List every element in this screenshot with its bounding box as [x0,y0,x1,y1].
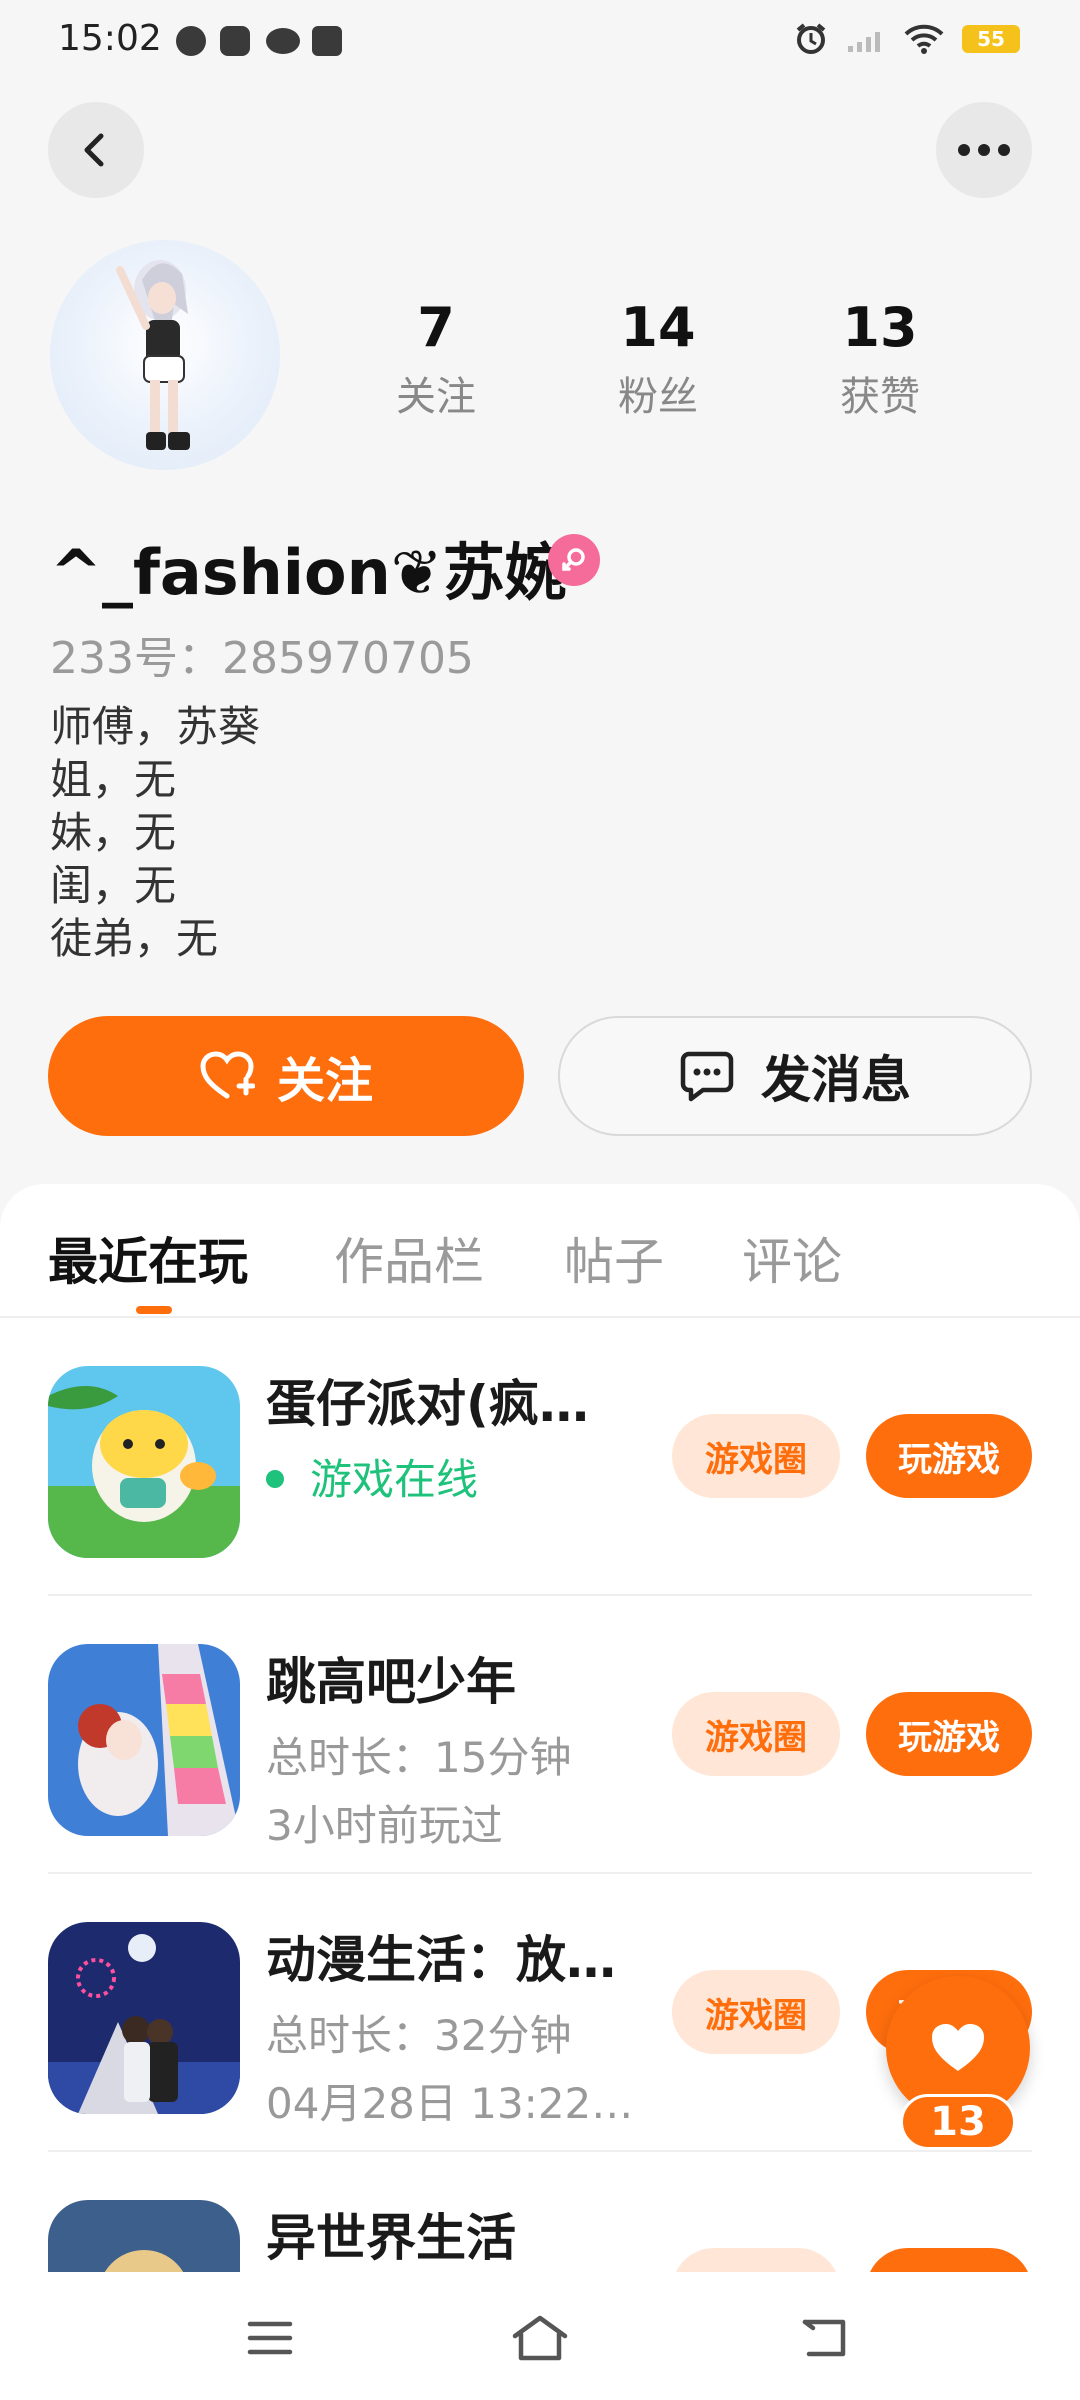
game-circle-button[interactable]: 游戏圈 [672,1414,840,1498]
system-nav-bar [0,2272,1080,2400]
wechat-icon [266,28,300,54]
mail-icon [312,26,342,56]
home-button[interactable] [510,2308,570,2368]
menu-button[interactable] [240,2308,300,2368]
more-button[interactable] [936,102,1032,198]
game-circle-button[interactable]: 游戏圈 [672,1692,840,1776]
follow-button[interactable]: 关注 [48,1016,524,1136]
stat-fans-label: 粉丝 [618,374,698,420]
stat-following-label: 关注 [396,374,476,420]
heart-plus-icon [200,1051,255,1099]
game-status: 游戏在线 [266,1446,478,1507]
signal-icon [848,32,880,52]
bio-line: 妹，无 [50,808,177,857]
play-game-button[interactable]: 玩游戏 [866,1692,1032,1776]
like-count-badge: 13 [900,2094,1016,2150]
message-button[interactable]: 发消息 [558,1016,1032,1136]
tab-bar: 最近在玩 作品栏 帖子 评论 [0,1184,1080,1318]
status-time: 15:02 [58,18,162,59]
tab-recent-play[interactable]: 最近在玩 [48,1222,248,1294]
menu-icon [247,2321,293,2355]
tab-comments[interactable]: 评论 [742,1222,842,1294]
tab-works[interactable]: 作品栏 [334,1222,484,1294]
female-icon [548,534,600,586]
battery-icon: 55 [962,25,1020,53]
message-button-label: 发消息 [761,1051,911,1109]
back-nav-button[interactable] [794,2308,854,2368]
avatar[interactable] [50,240,280,470]
back-icon [802,2319,846,2357]
alarm-icon [796,23,826,54]
stat-following-value: 7 [417,296,455,359]
wifi-icon [904,24,944,54]
game-play-time: 总时长：32分钟 [266,2011,572,2060]
more-dots-icon [958,144,1010,156]
online-dot-icon [266,1469,284,1488]
account-id: 233号：285970705 [50,633,474,684]
game-name: 蛋仔派对(疯… [266,1375,589,1433]
bio: 师傅，苏葵 姐，无 妹，无 闺，无 徒弟，无 [50,700,260,965]
online-status-text: 游戏在线 [310,1455,479,1504]
bio-line: 姐，无 [50,755,177,804]
game-play-time: 总时长：15分钟 [266,1733,572,1782]
pinwheel-icon [220,26,250,56]
game-icon-eggy-party [48,1366,240,1558]
content-panel: 最近在玩 作品栏 帖子 评论 蛋仔派对(疯… 游戏在线 游戏圈 玩游戏 跳高吧少… [0,1184,1080,2400]
bio-line: 闺，无 [50,861,177,910]
game-row[interactable]: 跳高吧少年 总时长：15分钟 3小时前玩过 游戏圈 玩游戏 [0,1596,1080,1874]
stat-likes-label: 获赞 [840,374,920,420]
username: ^_fashion❦苏婉 [50,536,567,609]
avatar-figure [116,260,190,450]
game-last-played: 04月28日 13:22… [266,2079,634,2128]
game-last-played: 3小时前玩过 [266,1801,503,1850]
back-button[interactable] [48,102,144,198]
game-name: 跳高吧少年 [266,1653,516,1711]
game-icon-anime-life [48,1922,240,2114]
stat-fans-value: 14 [620,296,696,359]
status-bar: 15:02 55 [0,0,1080,84]
home-icon [512,2315,568,2361]
heart-icon [932,2024,984,2071]
game-name: 动漫生活：放… [266,1931,616,1989]
tab-posts[interactable]: 帖子 [564,1222,664,1294]
game-circle-button[interactable]: 游戏圈 [672,1970,840,2054]
stat-following[interactable]: 7 关注 [346,296,526,422]
game-name: 异世界生活 [266,2209,516,2267]
stat-fans[interactable]: 14 粉丝 [568,296,748,422]
bio-line: 徒弟，无 [50,914,219,963]
game-row[interactable]: 蛋仔派对(疯… 游戏在线 游戏圈 玩游戏 [0,1318,1080,1596]
game-icon-jump-boy [48,1644,240,1836]
app-notification-icon [176,26,206,56]
bio-line: 师傅，苏葵 [50,702,261,751]
tab-indicator [136,1306,172,1314]
play-game-button[interactable]: 玩游戏 [866,1414,1032,1498]
stat-likes[interactable]: 13 获赞 [790,296,970,422]
follow-button-label: 关注 [276,1053,373,1109]
back-arrow-icon [84,133,104,167]
stat-likes-value: 13 [842,296,918,359]
chat-bubble-icon [680,1051,734,1102]
